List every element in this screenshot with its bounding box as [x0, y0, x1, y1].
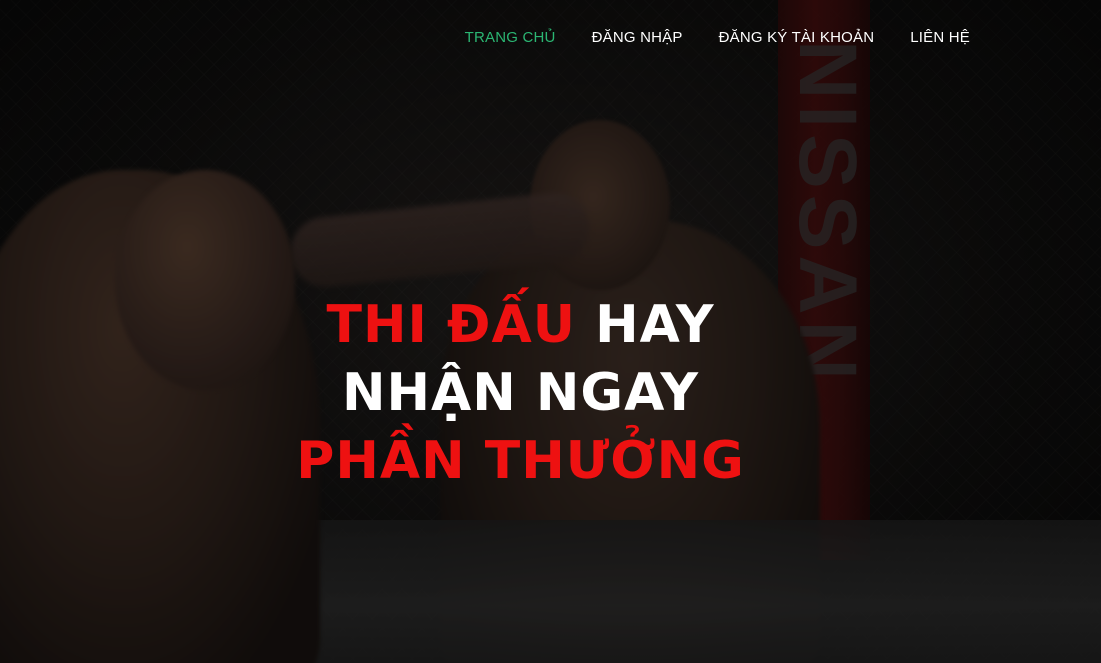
- headline-compete-text: THI ĐẤU: [326, 294, 576, 355]
- headline-line-1: THI ĐẤU HAY: [0, 291, 1071, 359]
- hero-section: NISSAN TRANG CHỦ ĐĂNG NHẬP ĐĂNG KÝ TÀI K…: [0, 0, 1101, 663]
- headline-or-text: HAY: [595, 294, 715, 355]
- nav-item-contact[interactable]: LIÊN HỆ: [910, 29, 970, 46]
- headline-line-3: PHẦN THƯỞNG: [296, 430, 745, 491]
- main-nav: TRANG CHỦ ĐĂNG NHẬP ĐĂNG KÝ TÀI KHOẢN LI…: [465, 29, 970, 46]
- hero-headline: THI ĐẤU HAY NHẬN NGAY PHẦN THƯỞNG: [0, 291, 1071, 495]
- nav-item-home[interactable]: TRANG CHỦ: [465, 29, 556, 46]
- nav-item-register[interactable]: ĐĂNG KÝ TÀI KHOẢN: [719, 29, 875, 46]
- headline-line-2: NHẬN NGAY: [341, 362, 700, 423]
- nav-item-login[interactable]: ĐĂNG NHẬP: [592, 29, 683, 46]
